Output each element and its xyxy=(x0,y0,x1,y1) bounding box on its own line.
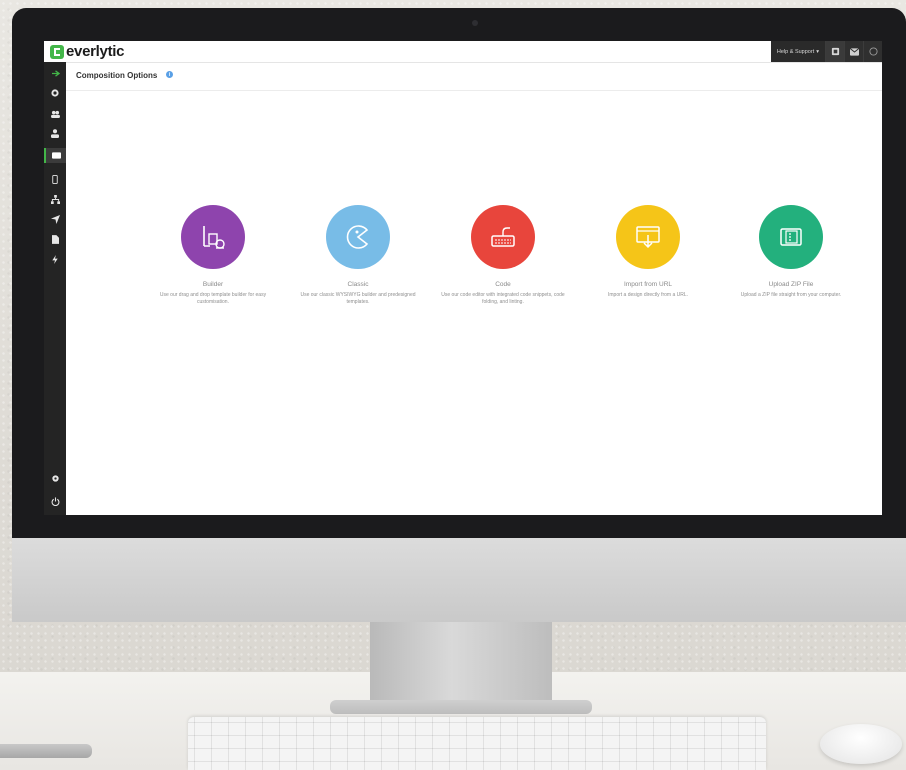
send-icon[interactable] xyxy=(44,212,66,227)
option-title: Builder xyxy=(202,281,224,288)
users-icon[interactable] xyxy=(44,126,66,141)
builder-circle[interactable] xyxy=(181,205,245,269)
upload-zip-circle[interactable] xyxy=(759,205,823,269)
option-description: Import a design directly from a URL. xyxy=(607,292,689,298)
code-circle[interactable] xyxy=(471,205,535,269)
keyboard xyxy=(188,717,766,770)
option-title: Upload ZIP File xyxy=(768,281,814,288)
info-icon[interactable]: i xyxy=(166,71,173,78)
option-upload-zip[interactable]: Upload ZIP File Upload a ZIP file straig… xyxy=(724,205,858,299)
option-description: Use our code editor with integrated code… xyxy=(441,292,565,306)
app-screen: everlytic Help & Support ▾ Composition O… xyxy=(44,41,882,515)
webcam xyxy=(472,20,478,26)
option-description: Use our classic WYSIWYG builder and pred… xyxy=(300,292,416,306)
top-right-controls: Help & Support ▾ xyxy=(770,41,882,62)
option-title: Classic xyxy=(347,281,369,288)
contacts-icon[interactable] xyxy=(44,106,66,121)
messages-icon[interactable] xyxy=(844,41,863,62)
collapse-sidebar-icon[interactable] xyxy=(44,66,66,81)
builder-icon xyxy=(203,226,225,249)
page-title: Composition Options xyxy=(76,71,158,80)
import-url-circle[interactable] xyxy=(616,205,680,269)
classic-circle[interactable] xyxy=(326,205,390,269)
workflow-icon[interactable] xyxy=(44,192,66,207)
option-classic[interactable]: Classic Use our classic WYSIWYG builder … xyxy=(291,205,425,307)
automation-bolt-icon[interactable] xyxy=(44,252,66,267)
monitor-stand xyxy=(370,622,552,704)
help-support-button[interactable]: Help & Support ▾ xyxy=(770,41,825,62)
classic-icon xyxy=(346,225,369,249)
option-builder[interactable]: Builder Use our drag and drop template b… xyxy=(146,205,280,307)
help-support-label: Help & Support xyxy=(776,48,815,55)
settings-gear-icon[interactable] xyxy=(44,471,66,486)
monitor-base xyxy=(330,700,592,714)
messages-nav-icon[interactable] xyxy=(44,148,66,163)
option-title: Code xyxy=(495,281,511,288)
option-description: Upload a ZIP file straight from your com… xyxy=(740,292,842,298)
everlytic-logo[interactable]: everlytic xyxy=(50,43,124,60)
reports-icon[interactable] xyxy=(44,232,66,247)
account-icon[interactable] xyxy=(863,41,882,62)
phone xyxy=(0,744,92,758)
option-import-url[interactable]: Import from URL Import a design directly… xyxy=(581,205,715,299)
option-code[interactable]: Code Use our code editor with integrated… xyxy=(436,205,570,307)
chevron-down-icon: ▾ xyxy=(816,48,819,55)
logo-text: everlytic xyxy=(66,43,125,60)
monitor-chin xyxy=(12,538,906,622)
option-title: Import from URL xyxy=(623,281,673,288)
upload-zip-icon xyxy=(780,228,802,246)
top-bar: everlytic Help & Support ▾ xyxy=(44,41,882,63)
power-icon[interactable] xyxy=(44,494,66,509)
import-url-icon xyxy=(636,226,660,249)
sidebar xyxy=(44,62,66,515)
mouse xyxy=(820,724,902,764)
code-icon xyxy=(491,227,515,247)
option-description: Use our drag and drop template builder f… xyxy=(159,292,267,306)
dashboard-icon[interactable] xyxy=(44,85,66,100)
main-content: Composition Options i Builder Use our dr… xyxy=(66,62,882,515)
mobile-icon[interactable] xyxy=(44,172,66,187)
logo-mark-icon xyxy=(50,44,64,59)
notifications-icon[interactable] xyxy=(825,41,844,62)
page-header: Composition Options i xyxy=(66,62,882,91)
